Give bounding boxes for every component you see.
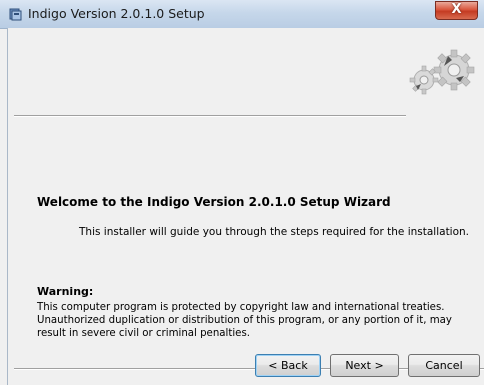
next-button[interactable]: Next > <box>330 354 399 377</box>
setup-window: Indigo Version 2.0.1.0 Setup X Welcome t… <box>0 0 484 385</box>
cancel-button[interactable]: Cancel <box>408 354 480 377</box>
wizard-frame: Welcome to the Indigo Version 2.0.1.0 Se… <box>7 28 484 385</box>
wizard-heading: Welcome to the Indigo Version 2.0.1.0 Se… <box>37 195 391 209</box>
warning-text: This computer program is protected by co… <box>37 302 452 339</box>
intro-text: This installer will guide you through th… <box>79 226 470 238</box>
close-button[interactable]: X <box>435 1 478 20</box>
back-button[interactable]: < Back <box>255 354 321 377</box>
window-title: Indigo Version 2.0.1.0 Setup <box>28 6 205 21</box>
installer-icon <box>9 8 22 21</box>
gears-icon <box>409 49 475 95</box>
warning-heading: Warning: <box>37 285 94 298</box>
title-bar[interactable]: Indigo Version 2.0.1.0 Setup X <box>0 0 484 29</box>
header-divider <box>14 115 406 117</box>
close-icon: X <box>451 2 462 17</box>
